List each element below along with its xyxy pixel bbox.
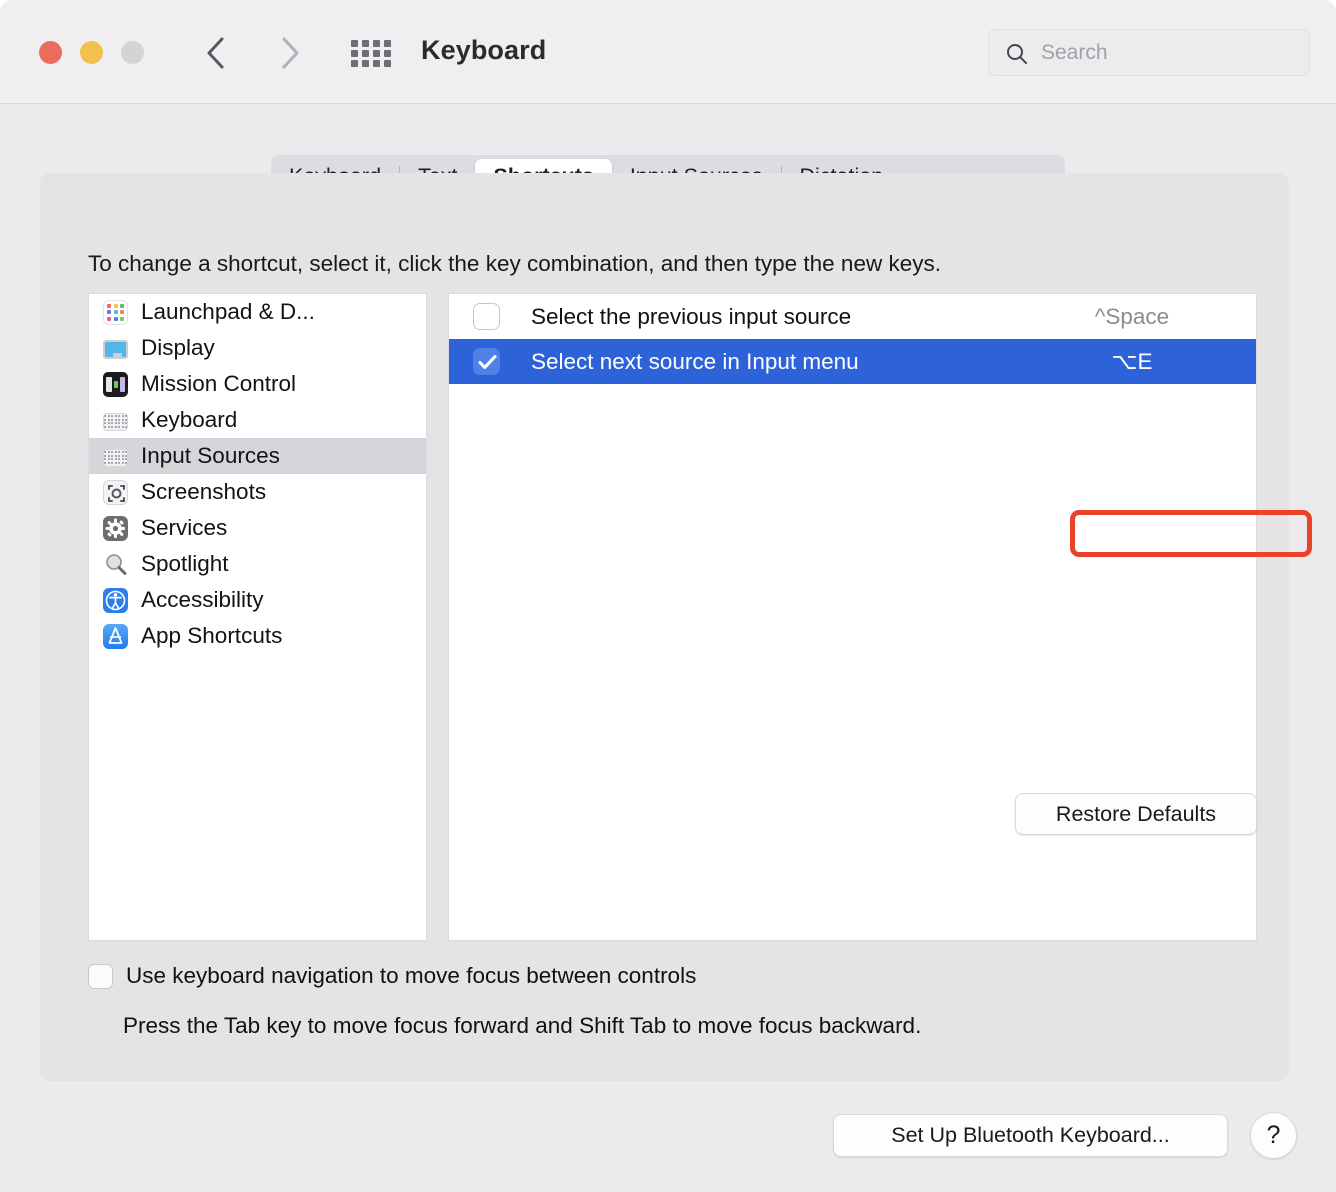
chevron-left-icon[interactable]	[194, 30, 238, 76]
sidebar-item-label: Services	[141, 515, 228, 540]
page-title: Keyboard	[421, 35, 547, 65]
sidebar-item-display[interactable]: Display	[89, 330, 426, 366]
shortcut-enabled-checkbox[interactable]	[473, 303, 500, 330]
sidebar-item-label: App Shortcuts	[141, 623, 283, 648]
sidebar-item-label: Launchpad & D...	[141, 299, 315, 324]
app-shortcuts-icon	[103, 623, 128, 649]
sidebar-item-label: Accessibility	[141, 587, 264, 612]
window-titlebar: Keyboard	[0, 0, 1336, 104]
close-window-button[interactable]	[39, 41, 62, 64]
display-icon	[103, 339, 128, 359]
accessibility-icon	[103, 587, 128, 613]
spotlight-magnifier-icon	[103, 552, 128, 577]
shortcuts-panel: To change a shortcut, select it, click t…	[40, 173, 1312, 1081]
sidebar-item-keyboard[interactable]: Keyboard	[89, 402, 426, 438]
table-row[interactable]: Select the previous input source ^Space	[449, 294, 1256, 339]
search-field[interactable]	[988, 29, 1310, 76]
mission-control-icon	[103, 371, 128, 397]
sidebar-item-app-shortcuts[interactable]: App Shortcuts	[89, 618, 426, 654]
sidebar-item-screenshots[interactable]: Screenshots	[89, 474, 426, 510]
instruction-text: To change a shortcut, select it, click t…	[88, 251, 941, 276]
sidebar-item-label: Mission Control	[141, 371, 297, 396]
keyboard-navigation-sublabel: Press the Tab key to move focus forward …	[123, 1013, 922, 1038]
sidebar-item-launchpad-and-dock[interactable]: Launchpad & D...	[89, 294, 426, 330]
shortcut-enabled-checkbox[interactable]	[473, 348, 500, 375]
shortcut-categories-list[interactable]: Launchpad & D... Display Mission Control	[88, 293, 427, 941]
chevron-right-icon[interactable]	[268, 30, 312, 76]
launchpad-icon	[103, 299, 128, 325]
help-button[interactable]: ?	[1250, 1112, 1297, 1159]
keyboard-navigation-checkbox[interactable]	[88, 963, 113, 989]
sidebar-item-label: Display	[141, 335, 215, 360]
search-input[interactable]	[1041, 30, 1303, 75]
restore-defaults-button[interactable]: Restore Defaults	[1015, 793, 1257, 835]
search-icon	[1005, 42, 1029, 71]
sidebar-item-label: Keyboard	[141, 407, 238, 432]
sidebar-item-mission-control[interactable]: Mission Control	[89, 366, 426, 402]
sidebar-item-services[interactable]: Services	[89, 510, 426, 546]
input-sources-keyboard-icon	[103, 448, 128, 467]
sidebar-item-label: Spotlight	[141, 551, 229, 576]
show-all-preferences-grid-icon[interactable]	[351, 37, 391, 69]
table-row[interactable]: Select next source in Input menu ⌥E	[449, 339, 1256, 384]
maximize-window-button[interactable]	[121, 41, 144, 64]
services-gear-icon	[103, 515, 128, 541]
minimize-window-button[interactable]	[80, 41, 103, 64]
shortcut-key-combination[interactable]: ^Space	[1022, 294, 1242, 339]
sidebar-item-spotlight[interactable]: Spotlight	[89, 546, 426, 582]
shortcut-name: Select next source in Input menu	[531, 348, 859, 374]
set-up-bluetooth-keyboard-button[interactable]: Set Up Bluetooth Keyboard...	[833, 1114, 1228, 1157]
sidebar-item-label: Screenshots	[141, 479, 267, 504]
system-preferences-window: Keyboard Keyboard Text Shortcuts Input S…	[0, 0, 1336, 1192]
keyboard-navigation-label: Use keyboard navigation to move focus be…	[126, 963, 697, 988]
sidebar-item-input-sources[interactable]: Input Sources	[89, 438, 426, 474]
sidebar-item-accessibility[interactable]: Accessibility	[89, 582, 426, 618]
keyboard-icon	[103, 412, 128, 431]
shortcut-name: Select the previous input source	[531, 303, 852, 329]
shortcut-key-combination[interactable]: ⌥E	[1022, 339, 1242, 384]
screenshots-icon	[103, 479, 128, 505]
keyboard-navigation-row[interactable]: Use keyboard navigation to move focus be…	[88, 963, 696, 989]
sidebar-item-label: Input Sources	[141, 443, 280, 468]
shortcuts-list[interactable]: Select the previous input source ^Space …	[448, 293, 1257, 941]
